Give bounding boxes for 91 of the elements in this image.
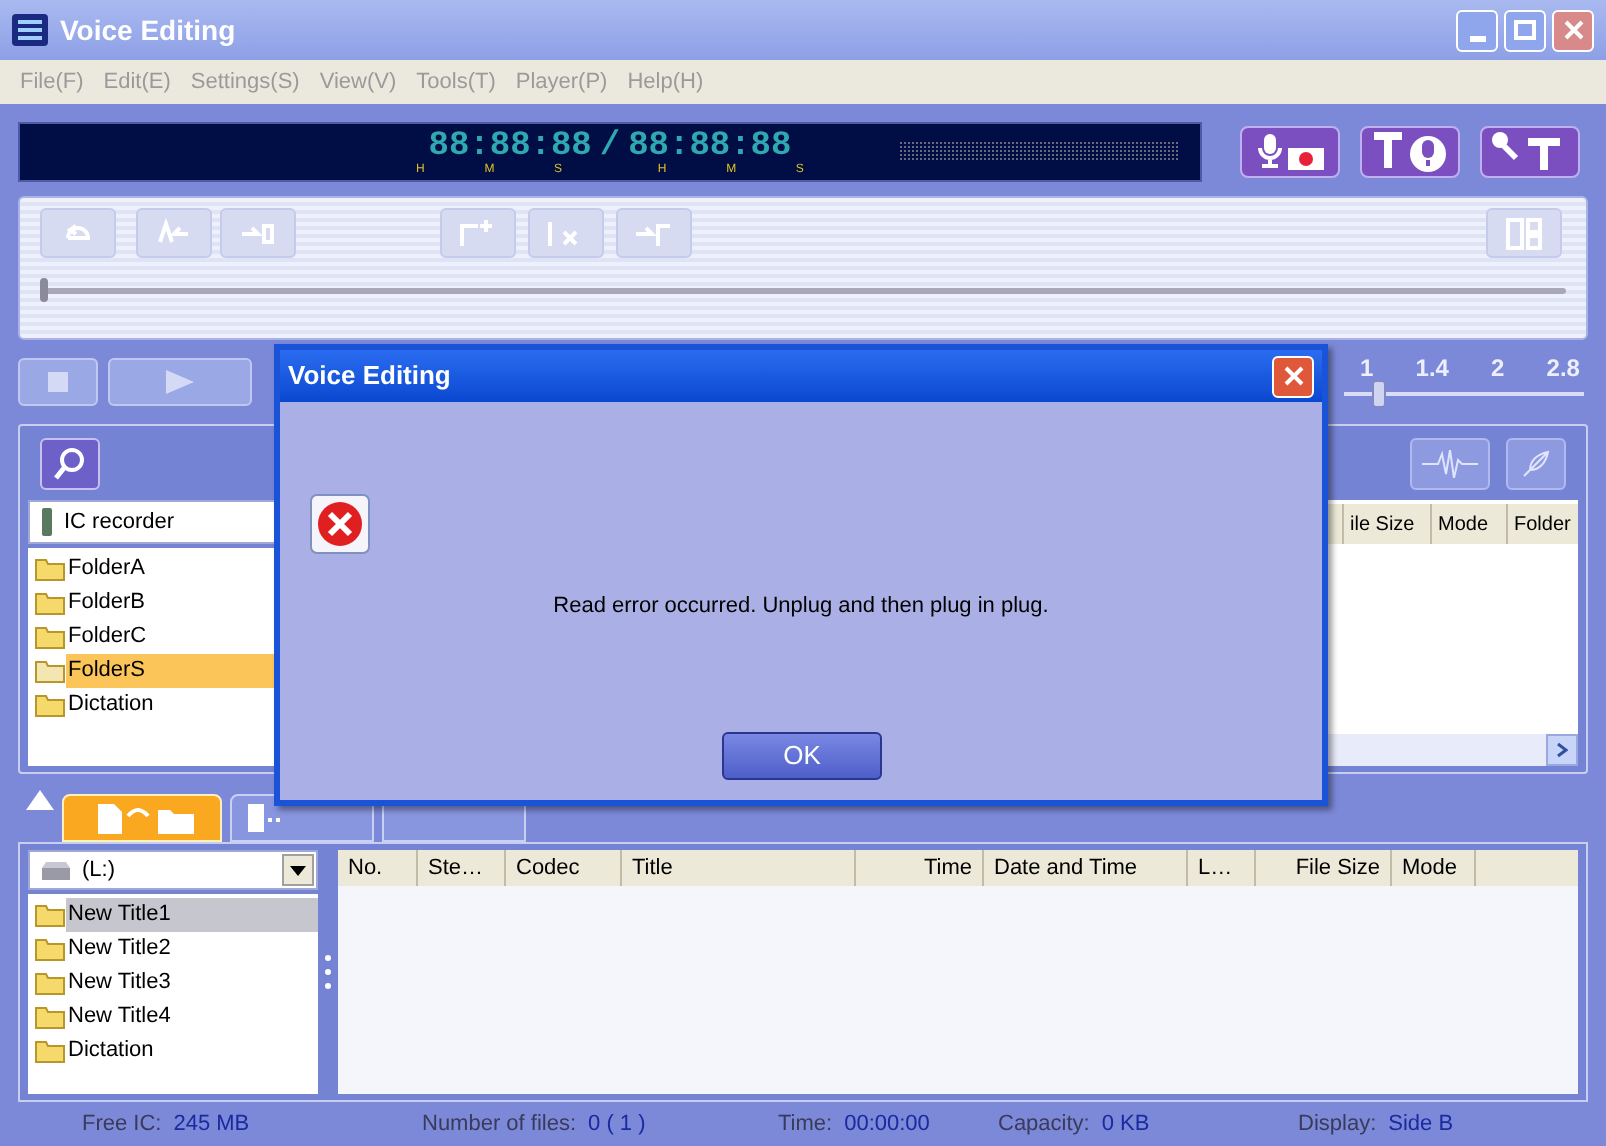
drive-dropdown[interactable]: (L:) (28, 850, 318, 890)
time-separator: / (599, 129, 621, 163)
record-mode-button[interactable] (1240, 126, 1340, 178)
folder-icon (34, 1004, 66, 1030)
folder-icon (34, 556, 66, 582)
speed-label: 2.8 (1546, 356, 1580, 380)
speed-label: 2 (1491, 356, 1505, 380)
window-title: Voice Editing (60, 11, 236, 50)
arrow-right-icon (1556, 742, 1568, 758)
speed-label: 1 (1360, 356, 1374, 380)
title-item[interactable]: Dictation (66, 1034, 318, 1068)
column-header[interactable]: File Size (1256, 850, 1392, 886)
column-header[interactable]: Ste… (418, 850, 506, 886)
collapse-icon[interactable] (26, 790, 54, 810)
column-header[interactable]: Mode (1392, 850, 1476, 886)
column-header[interactable]: No. (338, 850, 418, 886)
minimize-button[interactable] (1456, 9, 1498, 51)
close-icon (1563, 20, 1583, 40)
status-label: Number of files: (422, 1109, 577, 1140)
folder-icon (34, 658, 66, 684)
drive-icon (42, 861, 70, 879)
total-time: 88:88:88 (628, 129, 792, 163)
title-item[interactable]: New Title1 (66, 898, 318, 932)
search-button[interactable] (40, 438, 100, 490)
position-slider[interactable] (40, 280, 1566, 300)
play-icon (166, 370, 194, 394)
column-header[interactable]: Date and Time (984, 850, 1188, 886)
status-value: Side B (1388, 1109, 1454, 1140)
voice-to-text-mode-button[interactable] (1480, 126, 1580, 178)
maximize-button[interactable] (1504, 9, 1546, 51)
column-header[interactable]: Mode (1430, 504, 1506, 544)
scroll-right-button[interactable] (1546, 734, 1578, 766)
status-label: Capacity: (998, 1109, 1090, 1140)
column-header[interactable]: L… (1188, 850, 1256, 886)
folder-icon (34, 1038, 66, 1064)
file-arrow-icon (244, 802, 284, 834)
status-value: 00:00:00 (844, 1109, 930, 1140)
folder-icon (34, 970, 66, 996)
folder-icon (34, 692, 66, 718)
status-label: Time: (778, 1109, 833, 1140)
column-header[interactable]: Title (622, 850, 856, 886)
noise-cut-button[interactable] (1506, 438, 1566, 490)
waveform-icon (1422, 450, 1478, 478)
search-icon (52, 446, 88, 482)
error-icon (310, 494, 370, 554)
split-file-icon (1502, 213, 1546, 253)
status-value: 0 ( 1 ) (588, 1109, 646, 1140)
recorder-icon (42, 508, 52, 536)
column-header[interactable]: Codec (506, 850, 622, 886)
tree-header-label: IC recorder (64, 507, 175, 538)
play-button[interactable] (108, 358, 252, 406)
title-item[interactable]: New Title2 (66, 932, 318, 966)
folder-icon (34, 936, 66, 962)
stop-button[interactable] (18, 358, 98, 406)
waveform-button[interactable] (1410, 438, 1490, 490)
close-button[interactable] (1552, 9, 1594, 51)
slider-thumb[interactable] (40, 278, 48, 302)
folder-item[interactable]: FolderB (66, 586, 276, 620)
column-header[interactable]: Folder (1506, 504, 1578, 544)
maximize-icon (1514, 20, 1536, 40)
status-label: Free IC: (82, 1109, 162, 1140)
column-header[interactable]: ile Size (1342, 504, 1430, 544)
folder-icon (34, 902, 66, 928)
folder-icon (34, 590, 66, 616)
status-value: 245 MB (173, 1109, 250, 1140)
stop-icon (48, 372, 68, 392)
elapsed-time: 88:88:88 (428, 129, 592, 163)
status-label: Display: (1298, 1109, 1377, 1140)
close-icon (1283, 366, 1303, 386)
folder-item[interactable]: Dictation (66, 688, 276, 722)
splitter-grip-icon[interactable] (324, 952, 332, 992)
folder-item[interactable]: FolderA (66, 552, 276, 586)
title-item[interactable]: New Title3 (66, 966, 318, 1000)
title-item[interactable]: New Title4 (66, 1000, 318, 1034)
folder-item[interactable]: FolderS (66, 654, 276, 688)
folder-item[interactable]: FolderC (66, 620, 276, 654)
column-header[interactable]: Time (856, 850, 984, 886)
drive-label: (L:) (82, 855, 115, 886)
feather-icon (1520, 448, 1552, 480)
status-value: 0 KB (1101, 1109, 1150, 1140)
text-to-voice-mode-button[interactable] (1360, 126, 1460, 178)
speed-label: 1.4 (1415, 356, 1449, 380)
slider-thumb[interactable] (1372, 380, 1387, 408)
ok-button[interactable]: OK (722, 732, 882, 780)
speed-slider[interactable] (1344, 380, 1584, 408)
app-icon (12, 14, 48, 46)
dialog-title: Voice Editing (288, 358, 451, 395)
minimize-icon (1469, 35, 1485, 41)
dialog-close-button[interactable] (1272, 355, 1314, 397)
error-message: Read error occurred. Unplug and then plug in plug. (551, 592, 1051, 622)
folder-icon (34, 624, 66, 650)
